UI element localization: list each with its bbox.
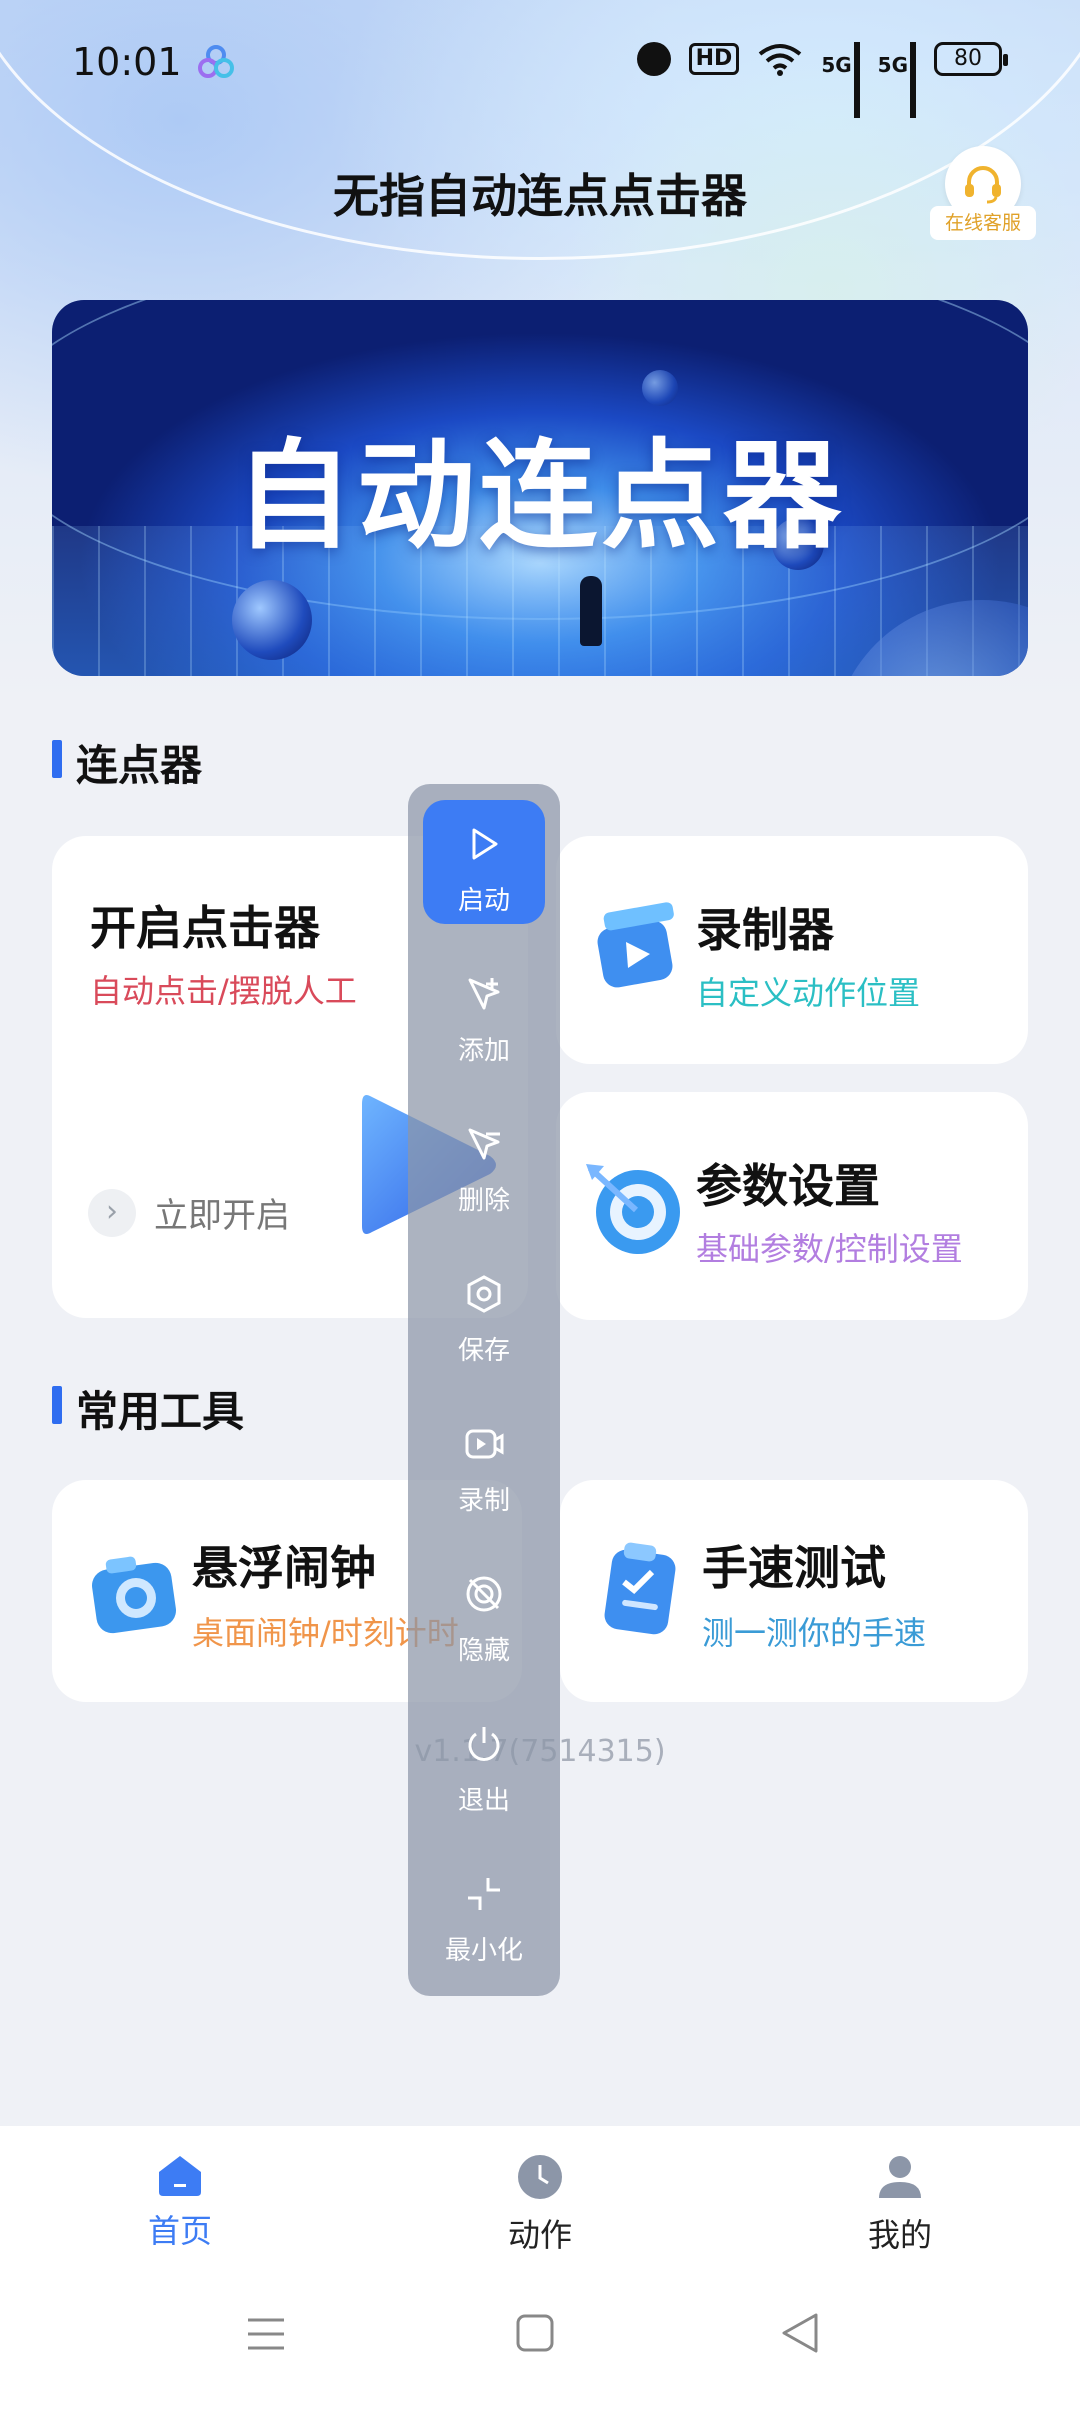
system-nav-bar bbox=[0, 2290, 1080, 2414]
play-icon bbox=[472, 828, 498, 860]
section-title-clicker: 连点器 bbox=[52, 732, 202, 793]
app-notification-icon bbox=[198, 45, 234, 78]
delete-cursor-icon bbox=[468, 1128, 500, 1160]
start-clicker-subtitle: 自动点击/摆脱人工 bbox=[90, 972, 357, 1010]
recorder-card[interactable]: 录制器 自定义动作位置 bbox=[556, 836, 1028, 1064]
back-icon[interactable] bbox=[780, 2312, 820, 2354]
runner-figure bbox=[580, 576, 602, 646]
floating-toolbar[interactable]: 启动 添加 删除 保存 录制 隐藏 退出 最小化 bbox=[408, 784, 560, 1996]
customer-service-label: 在线客服 bbox=[930, 206, 1036, 240]
signal-5g-icon-2: 5G bbox=[878, 42, 916, 118]
toolbar-record-button[interactable]: 录制 bbox=[423, 1400, 545, 1524]
hd-icon: HD bbox=[688, 43, 740, 75]
banner-title: 自动连点器 bbox=[234, 427, 845, 565]
wifi-icon bbox=[759, 44, 802, 76]
recorder-subtitle: 自定义动作位置 bbox=[696, 974, 921, 1012]
battery-icon: 80 bbox=[934, 42, 1008, 76]
nav-mine-tab[interactable]: 我的 bbox=[810, 2154, 990, 2256]
start-now-link[interactable]: › 立即开启 bbox=[88, 1188, 290, 1237]
clock-icon bbox=[518, 2155, 562, 2199]
hand-speed-card[interactable]: 手速测试 测一测你的手速 bbox=[560, 1480, 1028, 1702]
recorder-clapper-icon bbox=[597, 902, 674, 988]
minimize-icon bbox=[468, 1878, 500, 1910]
hide-eye-icon bbox=[466, 1576, 502, 1612]
clipboard-icon bbox=[604, 1542, 676, 1635]
toolbar-minimize-button[interactable]: 最小化 bbox=[423, 1850, 545, 1974]
user-icon bbox=[879, 2156, 921, 2198]
status-icons: HD 5G 5G 80 bbox=[636, 42, 1008, 118]
target-icon bbox=[586, 1164, 680, 1254]
save-hexagon-icon bbox=[467, 1275, 501, 1313]
section-title-tools: 常用工具 bbox=[52, 1378, 244, 1439]
home-icon bbox=[159, 2156, 201, 2196]
alarm-icon bbox=[636, 42, 671, 76]
toolbar-delete-button[interactable]: 删除 bbox=[423, 1100, 545, 1224]
settings-card[interactable]: 参数设置 基础参数/控制设置 bbox=[556, 1092, 1028, 1320]
toolbar-start-button[interactable]: 启动 bbox=[423, 800, 545, 924]
toolbar-exit-button[interactable]: 退出 bbox=[423, 1700, 545, 1824]
promo-banner[interactable]: 自动连点器 bbox=[52, 300, 1028, 676]
start-clicker-title: 开启点击器 bbox=[90, 901, 320, 955]
floating-alarm-title: 悬浮闹钟 bbox=[192, 1541, 376, 1595]
toolbar-hide-button[interactable]: 隐藏 bbox=[423, 1550, 545, 1674]
recorder-title: 录制器 bbox=[696, 903, 834, 957]
nav-actions-tab[interactable]: 动作 bbox=[450, 2154, 630, 2256]
status-time: 10:01 bbox=[72, 40, 182, 84]
video-record-icon bbox=[465, 1429, 504, 1459]
status-bar: 10:01 HD 5G 5G 80 bbox=[0, 0, 1080, 130]
hand-speed-title: 手速测试 bbox=[702, 1541, 886, 1595]
hand-speed-subtitle: 测一测你的手速 bbox=[702, 1614, 927, 1652]
signal-5g-icon-1: 5G bbox=[821, 42, 860, 118]
app-title: 无指自动连点点击器 bbox=[333, 169, 747, 223]
add-cursor-icon bbox=[468, 978, 500, 1010]
bottom-nav: 首页 动作 我的 bbox=[0, 2126, 1080, 2316]
toolbar-save-button[interactable]: 保存 bbox=[423, 1250, 545, 1374]
settings-subtitle: 基础参数/控制设置 bbox=[696, 1230, 963, 1268]
chevron-right-icon: › bbox=[88, 1188, 136, 1237]
home-square-icon[interactable] bbox=[516, 2314, 554, 2352]
customer-service-button[interactable]: 在线客服 bbox=[930, 146, 1036, 242]
nav-home-tab[interactable]: 首页 bbox=[90, 2154, 270, 2252]
camera-icon bbox=[92, 1556, 176, 1634]
settings-title: 参数设置 bbox=[696, 1159, 880, 1213]
toolbar-add-button[interactable]: 添加 bbox=[423, 950, 545, 1074]
menu-icon[interactable] bbox=[246, 2314, 286, 2354]
power-icon bbox=[468, 1727, 500, 1761]
